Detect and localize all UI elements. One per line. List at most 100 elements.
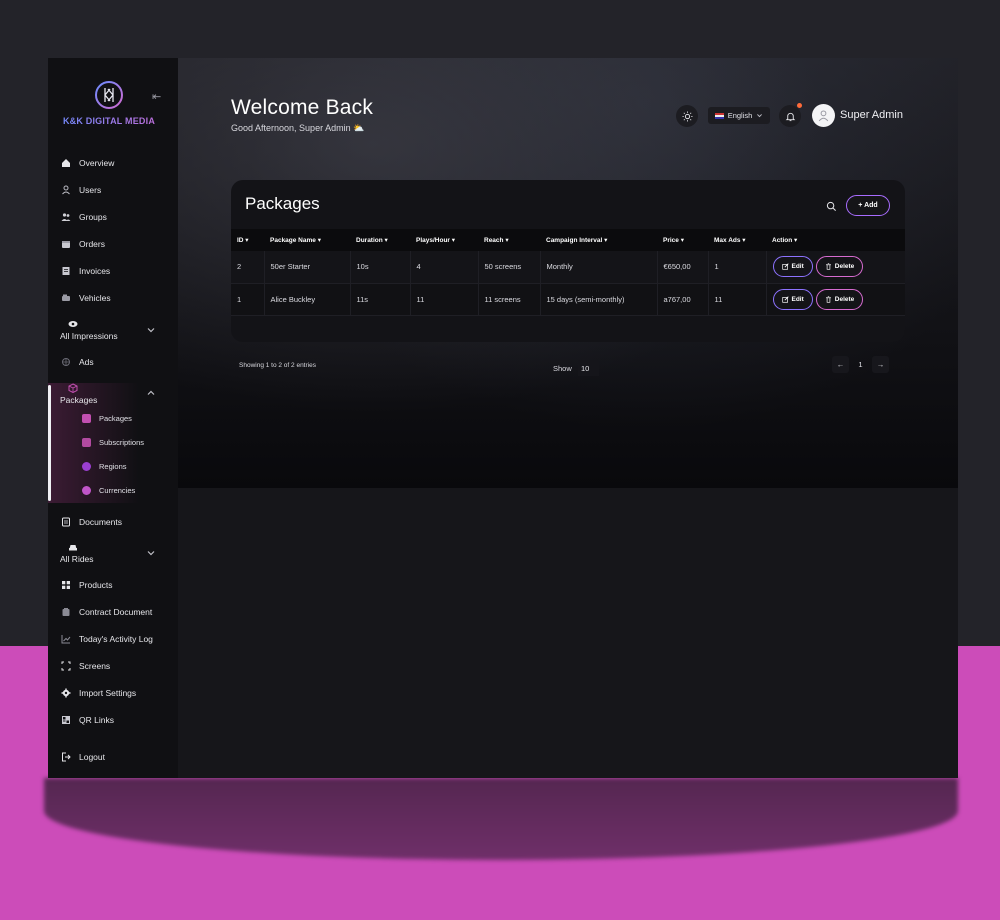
sidebar-group-label: Packages (60, 395, 98, 405)
sidebar-item-logout[interactable]: Logout (60, 747, 105, 767)
sidebar-group-packages[interactable]: Packages (60, 383, 97, 405)
sidebar-item-documents[interactable]: Documents (60, 512, 122, 532)
packages-card: Packages + Add ID ▾ Package Name ▾ Durat… (231, 180, 905, 342)
search-button[interactable] (821, 196, 841, 216)
cell-max-ads: 11 (708, 283, 767, 316)
chevron-down-icon (757, 114, 763, 118)
chevron-up-icon[interactable] (146, 388, 156, 398)
sidebar-item-vehicles[interactable]: Vehicles (60, 288, 111, 308)
sidebar-item-import-settings[interactable]: Import Settings (60, 683, 136, 703)
cell-price: a767,00 (657, 283, 709, 316)
greeting-text: Good Afternoon, Super Admin ⛅ (231, 123, 365, 133)
table-header-row: ID ▾ Package Name ▾ Duration ▾ Plays/Hou… (231, 229, 905, 251)
sidebar-subitem-label: Regions (99, 461, 127, 471)
sidebar-subitem-subscriptions[interactable]: Subscriptions (82, 434, 144, 450)
cell-actions: Edit Delete (766, 283, 905, 316)
packages-table: ID ▾ Package Name ▾ Duration ▾ Plays/Hou… (231, 229, 905, 316)
ads-icon (60, 357, 71, 368)
sidebar-item-screens[interactable]: Screens (60, 656, 110, 676)
sidebar-item-label: Vehicles (79, 293, 111, 303)
cell-package-name: Alice Buckley (264, 283, 351, 316)
column-header-action[interactable]: Action ▾ (766, 229, 905, 251)
sidebar-item-activity-log[interactable]: Today's Activity Log (60, 629, 153, 649)
add-button[interactable]: + Add (846, 195, 890, 216)
sidebar-item-orders[interactable]: Orders (60, 234, 105, 254)
sidebar-item-overview[interactable]: Overview (60, 153, 114, 173)
sidebar: K&K DIGITAL MEDIA ⇤ Overview Users Group… (48, 58, 178, 778)
column-header-campaign-interval[interactable]: Campaign Interval ▾ (540, 229, 657, 251)
user-name[interactable]: Super Admin (840, 109, 903, 121)
sidebar-subitem-packages[interactable]: Packages (82, 410, 132, 426)
prev-page-button[interactable]: ← (832, 356, 849, 373)
cell-max-ads: 1 (708, 251, 767, 284)
chevron-down-icon[interactable] (146, 325, 156, 335)
sidebar-group-rides[interactable]: All Rides (60, 542, 94, 564)
brand-logo (95, 81, 123, 109)
sidebar-item-groups[interactable]: Groups (60, 207, 107, 227)
next-page-button[interactable]: → (872, 356, 889, 373)
sidebar-item-contract-document[interactable]: Contract Document (60, 602, 152, 622)
cell-plays-hour: 4 (410, 251, 479, 284)
search-icon (826, 201, 836, 211)
column-header-reach[interactable]: Reach ▾ (478, 229, 540, 251)
column-header-plays-hour[interactable]: Plays/Hour ▾ (410, 229, 478, 251)
qr-icon (60, 715, 71, 726)
sidebar-item-label: Today's Activity Log (79, 634, 153, 644)
collapse-sidebar-icon[interactable]: ⇤ (152, 90, 161, 103)
cell-campaign-interval: Monthly (540, 251, 658, 284)
cell-duration: 11s (350, 283, 411, 316)
sidebar-group-impressions[interactable]: All Impressions (60, 319, 118, 341)
cell-duration: 10s (350, 251, 411, 284)
sidebar-item-label: Orders (79, 239, 105, 249)
table-row: 1 Alice Buckley 11s 11 11 screens 15 day… (231, 283, 905, 316)
chevron-down-icon[interactable] (146, 548, 156, 558)
sidebar-subitem-label: Subscriptions (99, 437, 145, 447)
edit-icon (781, 263, 789, 270)
column-header-id[interactable]: ID ▾ (231, 229, 264, 251)
delete-button[interactable]: Delete (815, 288, 864, 310)
sidebar-item-label: Logout (79, 752, 105, 762)
screen-icon (60, 661, 71, 672)
edit-button[interactable]: Edit (772, 256, 813, 278)
edit-button[interactable]: Edit (772, 288, 813, 310)
document-icon (60, 517, 71, 528)
sidebar-item-label: Users (79, 185, 102, 195)
sidebar-item-products[interactable]: Products (60, 575, 113, 595)
sun-icon (681, 110, 693, 122)
cell-id: 2 (231, 251, 265, 284)
invoice-icon (60, 266, 71, 277)
sidebar-item-users[interactable]: Users (60, 180, 101, 200)
box-icon (60, 239, 71, 250)
gear-icon (60, 688, 71, 699)
grid-icon (60, 580, 71, 591)
globe-icon (82, 461, 91, 471)
page-number-button[interactable]: 1 (852, 356, 869, 373)
subscription-icon (82, 437, 91, 447)
logout-icon (60, 752, 71, 763)
sidebar-item-label: Ads (79, 357, 94, 367)
edit-icon (781, 295, 789, 303)
column-header-price[interactable]: Price ▾ (657, 229, 708, 251)
language-select[interactable]: English (708, 107, 770, 124)
active-indicator (48, 385, 51, 501)
column-header-duration[interactable]: Duration ▾ (350, 229, 410, 251)
contract-icon (60, 607, 71, 618)
delete-button[interactable]: Delete (815, 256, 864, 278)
user-icon (60, 185, 71, 196)
sidebar-item-ads[interactable]: Ads (60, 352, 94, 372)
column-header-package-name[interactable]: Package Name ▾ (264, 229, 350, 251)
notifications-button[interactable] (779, 105, 801, 127)
cell-campaign-interval: 15 days (semi-monthly) (540, 283, 658, 316)
sidebar-subitem-regions[interactable]: Regions (82, 458, 127, 474)
cell-price: €650,00 (657, 251, 709, 284)
sidebar-item-label: QR Links (79, 715, 114, 725)
sidebar-item-qr-links[interactable]: QR Links (60, 710, 114, 730)
avatar[interactable] (812, 104, 835, 127)
show-entries-select[interactable]: 10 (578, 360, 599, 376)
sidebar-item-invoices[interactable]: Invoices (60, 261, 110, 281)
sidebar-group-label: All Impressions (60, 331, 118, 341)
theme-toggle-button[interactable] (676, 105, 698, 127)
package-icon (82, 413, 91, 423)
column-header-max-ads[interactable]: Max Ads ▾ (708, 229, 766, 251)
sidebar-subitem-currencies[interactable]: Currencies (82, 482, 135, 498)
